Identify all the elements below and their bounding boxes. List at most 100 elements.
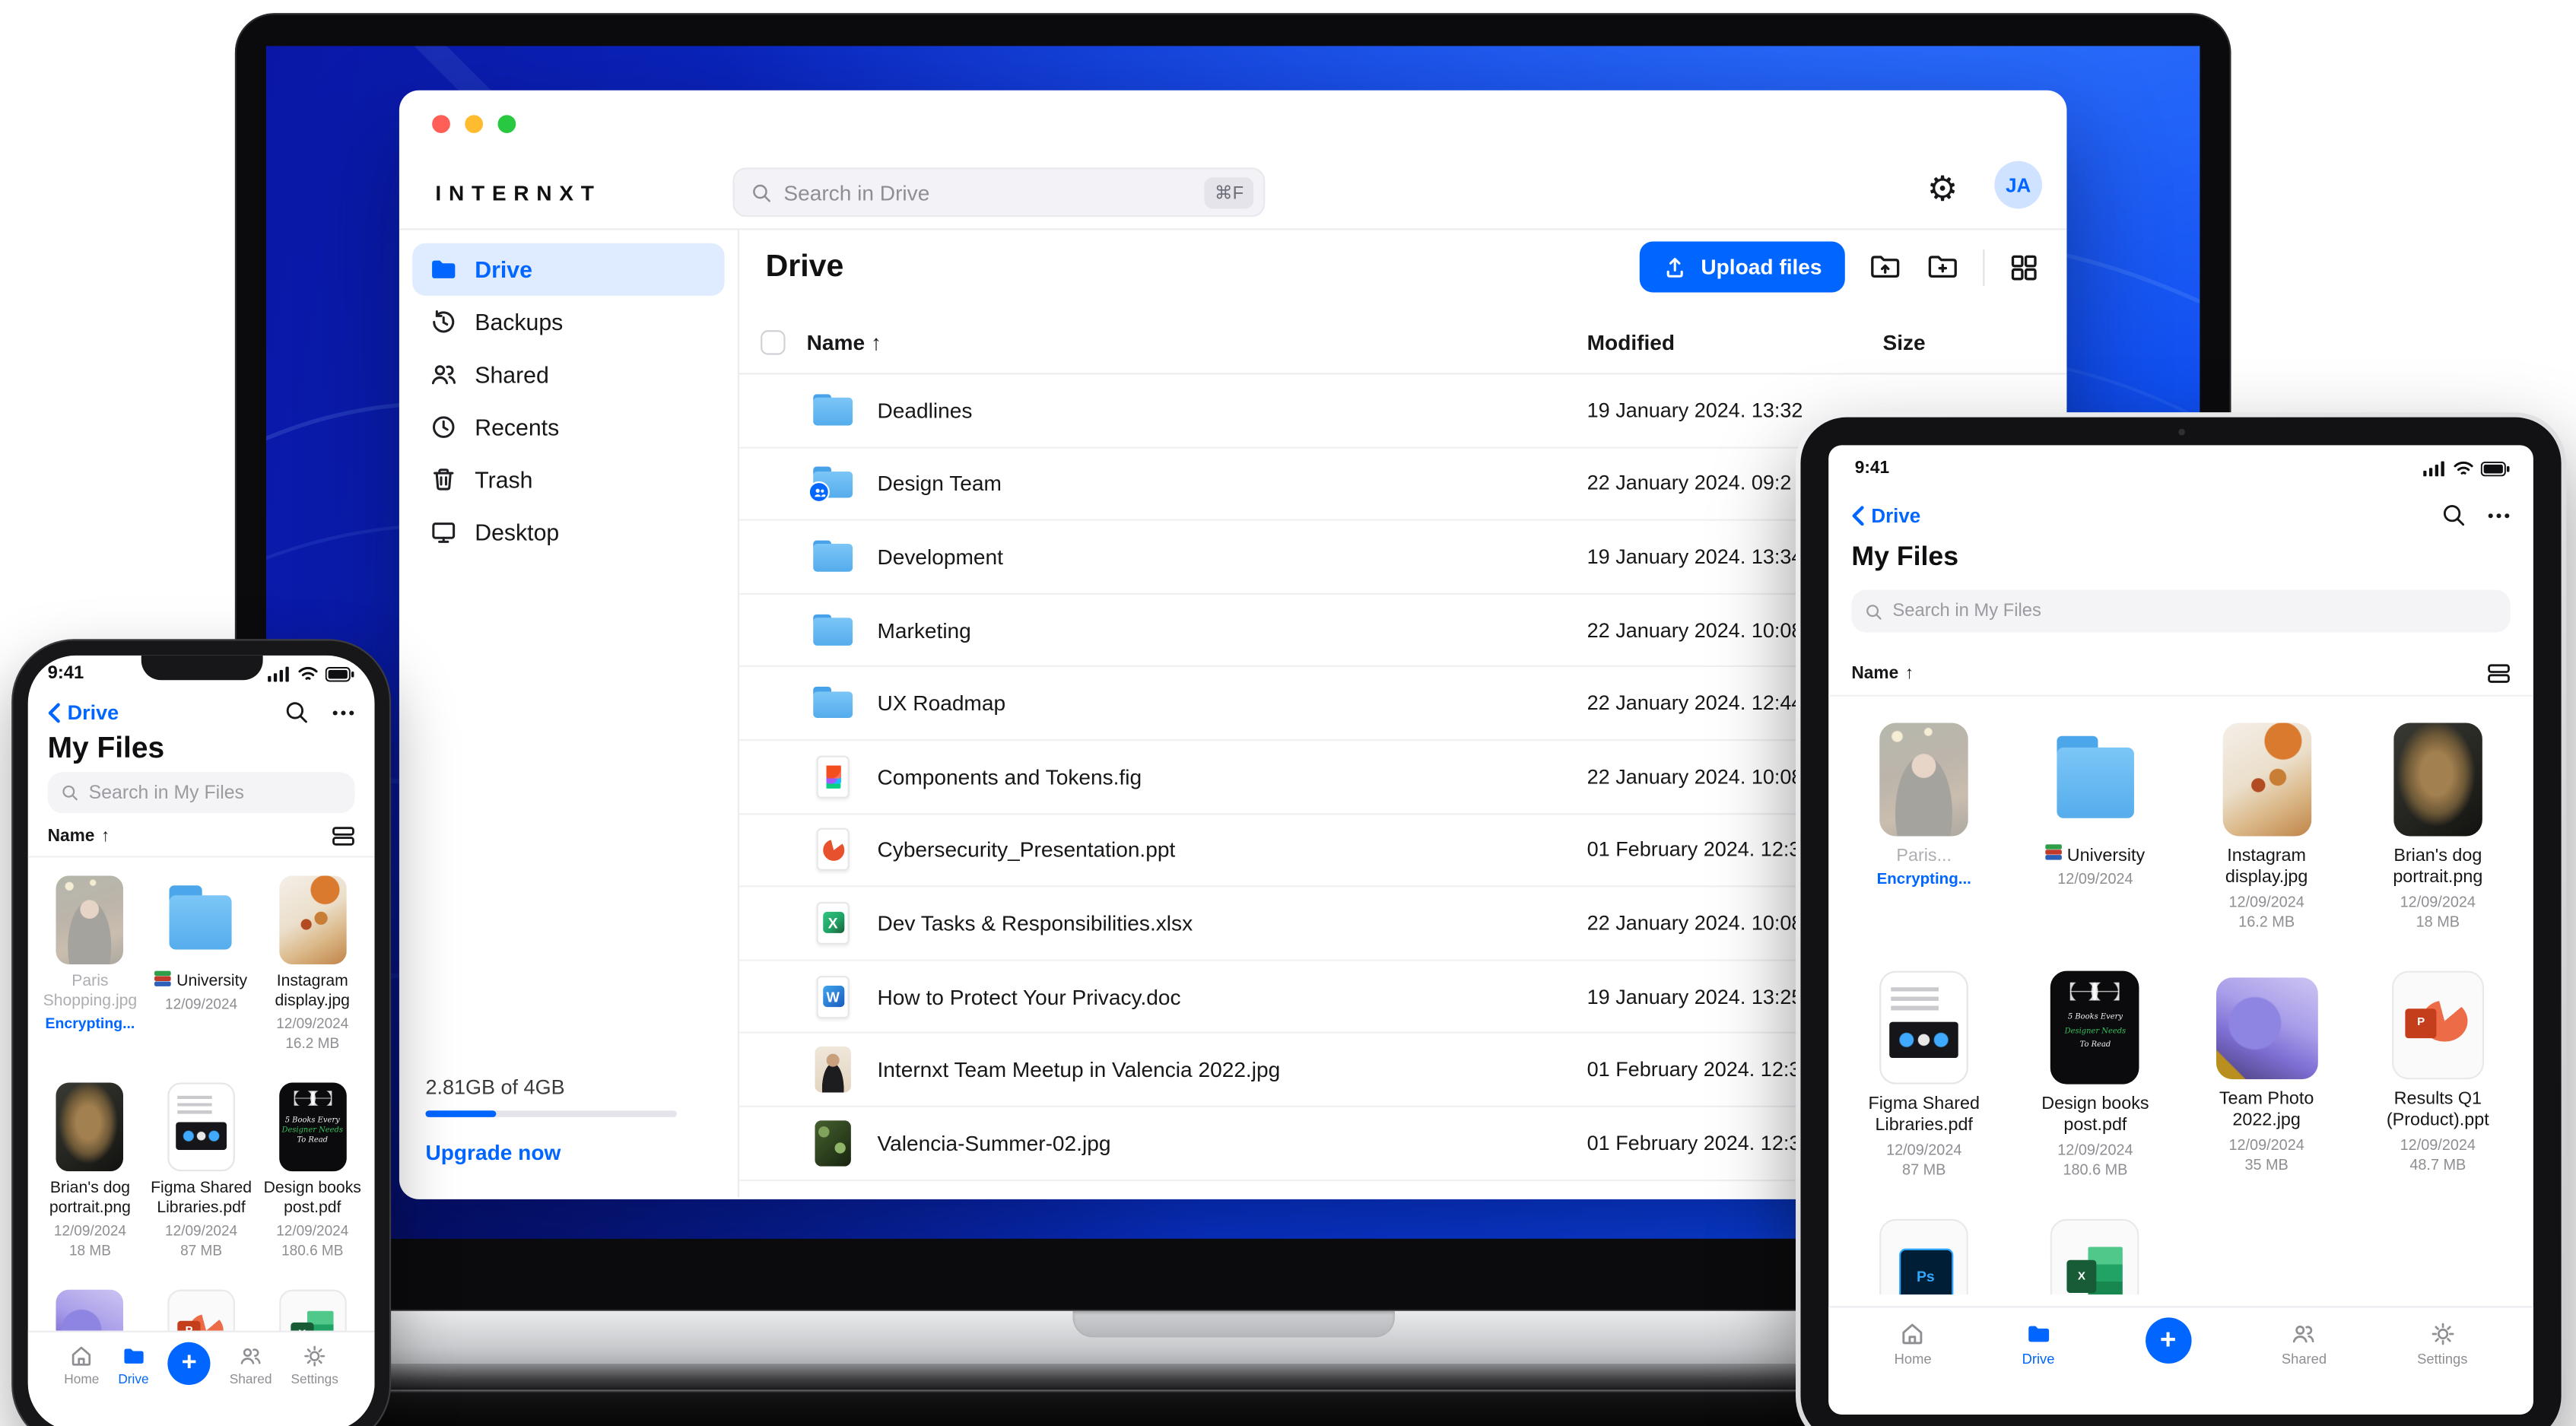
file-thumbnail bbox=[2222, 723, 2311, 837]
file-name: University bbox=[176, 972, 248, 991]
sidebar-item-shared[interactable]: Shared bbox=[412, 348, 724, 401]
page-title: My Files bbox=[47, 731, 165, 764]
search-input[interactable]: Search in My Files bbox=[47, 772, 355, 814]
grid-file-item[interactable]: Paris... Encrypting... bbox=[1838, 723, 2009, 970]
file-name: Valencia-Summer-02.jpg bbox=[877, 1130, 1111, 1156]
tablet-screen: 9:41 Drive My Files Search in My Files N… bbox=[1828, 445, 2533, 1415]
close-window-button[interactable] bbox=[432, 115, 450, 133]
minimize-window-button[interactable] bbox=[465, 115, 484, 133]
grid-file-item[interactable] bbox=[257, 1289, 368, 1336]
sidebar-item-drive[interactable]: Drive bbox=[412, 243, 725, 296]
select-all-checkbox[interactable] bbox=[761, 330, 786, 355]
back-button[interactable]: Drive bbox=[48, 701, 119, 725]
encrypting-status: Encrypting... bbox=[1876, 871, 1971, 890]
tablet-status-bar: 9:41 bbox=[1855, 459, 2511, 478]
zoom-window-button[interactable] bbox=[497, 115, 516, 133]
tab-drive[interactable]: Drive bbox=[118, 1344, 149, 1386]
marketing-hero: INTERNXT Search in Drive ⌘F ⚙ JA Drive B… bbox=[0, 0, 2576, 1426]
grid-file-item[interactable]: 5 Books Every Designer Needs To Read Desig… bbox=[257, 1082, 368, 1290]
grid-file-item[interactable]: Figma Shared Libraries.pdf 12/09/2024 87… bbox=[146, 1082, 257, 1290]
search-icon[interactable] bbox=[2441, 503, 2466, 527]
file-thumbnail bbox=[1879, 970, 1969, 1085]
file-icon bbox=[812, 678, 854, 728]
add-file-button[interactable]: + bbox=[167, 1342, 211, 1385]
shared-users-icon bbox=[431, 365, 456, 385]
sidebar-item-recents[interactable]: Recents bbox=[412, 401, 724, 453]
grid-file-item[interactable]: Brian's dog portrait.png 12/09/2024 18 M… bbox=[2352, 723, 2524, 970]
grid-file-item[interactable]: Instagram display.jpg 12/09/2024 16.2 MB bbox=[257, 875, 368, 1082]
tab-settings[interactable]: Settings bbox=[2417, 1321, 2467, 1367]
file-name: Components and Tokens.fig bbox=[877, 764, 1142, 789]
search-icon[interactable] bbox=[284, 700, 309, 724]
grid-file-item[interactable] bbox=[146, 1289, 257, 1336]
tab-home[interactable]: Home bbox=[1895, 1321, 1932, 1367]
tab-shared[interactable]: Shared bbox=[2282, 1321, 2327, 1367]
file-icon bbox=[812, 1118, 854, 1167]
file-date: 12/09/2024 bbox=[2400, 1136, 2476, 1154]
tab-drive[interactable]: Drive bbox=[2022, 1321, 2054, 1367]
sort-by-name[interactable]: Name ↑ bbox=[1851, 664, 1914, 684]
grid-file-item[interactable]: Brian's dog portrait.png 12/09/2024 18 M… bbox=[34, 1082, 145, 1290]
file-thumbnail bbox=[167, 1082, 235, 1172]
file-icon bbox=[812, 1045, 854, 1094]
books-icon bbox=[155, 970, 172, 986]
add-file-button[interactable]: + bbox=[2145, 1317, 2191, 1364]
tab-settings[interactable]: Settings bbox=[291, 1344, 338, 1386]
drive-search-input[interactable]: Search in Drive ⌘F bbox=[732, 167, 1266, 218]
grid-file-item[interactable] bbox=[1838, 1218, 2009, 1295]
tab-shared[interactable]: Shared bbox=[230, 1344, 272, 1386]
back-button[interactable]: Drive bbox=[1851, 504, 1920, 527]
tab-home[interactable]: Home bbox=[64, 1344, 99, 1386]
storage-usage-text: 2.81GB of 4GB bbox=[425, 1075, 565, 1100]
grid-file-item[interactable] bbox=[2009, 1218, 2181, 1295]
upgrade-now-link[interactable]: Upgrade now bbox=[425, 1140, 711, 1164]
file-thumbnail: 5 Books Every Designer Needs To Read bbox=[2050, 970, 2140, 1085]
file-icon bbox=[812, 825, 854, 875]
books-icon bbox=[2045, 844, 2063, 859]
sidebar-item-backups[interactable]: Backups bbox=[412, 296, 724, 348]
sort-by-name[interactable]: Name ↑ bbox=[48, 827, 110, 846]
settings-gear-icon[interactable]: ⚙ bbox=[1927, 173, 1958, 207]
grid-file-item[interactable]: Paris Shopping.jpg Encrypting... bbox=[34, 875, 145, 1082]
grid-file-item[interactable]: University 12/09/2024 bbox=[2009, 723, 2181, 970]
user-avatar[interactable]: JA bbox=[1994, 160, 2043, 209]
shared-badge-icon bbox=[808, 481, 830, 503]
column-size[interactable]: Size bbox=[1882, 330, 1925, 354]
file-name: University bbox=[2066, 846, 2146, 866]
list-view-icon[interactable] bbox=[2487, 664, 2510, 684]
grid-file-item[interactable]: Results Q1 (Product).ppt 12/09/2024 48.7… bbox=[2352, 970, 2524, 1219]
file-icon bbox=[812, 972, 854, 1021]
tab-label: Shared bbox=[2281, 1350, 2327, 1367]
search-input[interactable]: Search in My Files bbox=[1851, 589, 2511, 633]
file-name: Design books post.pdf bbox=[2041, 1094, 2149, 1136]
column-modified[interactable]: Modified bbox=[1587, 330, 1675, 354]
more-options-icon[interactable] bbox=[2487, 512, 2510, 519]
column-name[interactable]: Name ↑ bbox=[807, 330, 881, 354]
book-cover-line: 5 Books Every bbox=[2067, 1014, 2123, 1023]
file-thumbnail bbox=[167, 1289, 235, 1336]
file-date: 12/09/2024 bbox=[276, 1015, 349, 1033]
folder-icon bbox=[813, 393, 853, 426]
grid-file-item[interactable]: 5 Books Every Designer Needs To Read Desig… bbox=[2009, 970, 2181, 1219]
grid-file-item[interactable] bbox=[34, 1289, 145, 1336]
upload-files-button[interactable]: Upload files bbox=[1640, 241, 1845, 293]
tab-label: Home bbox=[1894, 1350, 1932, 1367]
back-label: Drive bbox=[1871, 504, 1921, 528]
grid-file-item[interactable]: Figma Shared Libraries.pdf 12/09/2024 87… bbox=[1838, 970, 2009, 1219]
upload-folder-icon[interactable] bbox=[1868, 249, 1902, 284]
grid-file-item[interactable]: Team Photo 2022.jpg 12/09/2024 35 MB bbox=[2181, 971, 2352, 1219]
file-icon bbox=[812, 532, 854, 582]
sidebar-item-desktop[interactable]: Desktop bbox=[412, 506, 724, 558]
sidebar-item-trash[interactable]: Trash bbox=[412, 453, 724, 506]
grid-file-item[interactable]: University 12/09/2024 bbox=[146, 875, 257, 1082]
new-folder-icon[interactable] bbox=[1926, 249, 1960, 284]
sidebar-label: Desktop bbox=[475, 519, 560, 546]
status-time: 9:41 bbox=[1854, 458, 1890, 478]
grid-file-item[interactable]: Instagram display.jpg 12/09/2024 16.2 MB bbox=[2181, 723, 2352, 970]
file-name: Internxt Team Meetup in Valencia 2022.jp… bbox=[877, 1057, 1281, 1082]
file-name: How to Protect Your Privacy.doc bbox=[877, 984, 1181, 1009]
grid-view-icon[interactable] bbox=[2008, 250, 2041, 283]
more-options-icon[interactable] bbox=[332, 709, 354, 716]
list-view-icon[interactable] bbox=[332, 827, 354, 846]
document-icon bbox=[816, 755, 850, 799]
